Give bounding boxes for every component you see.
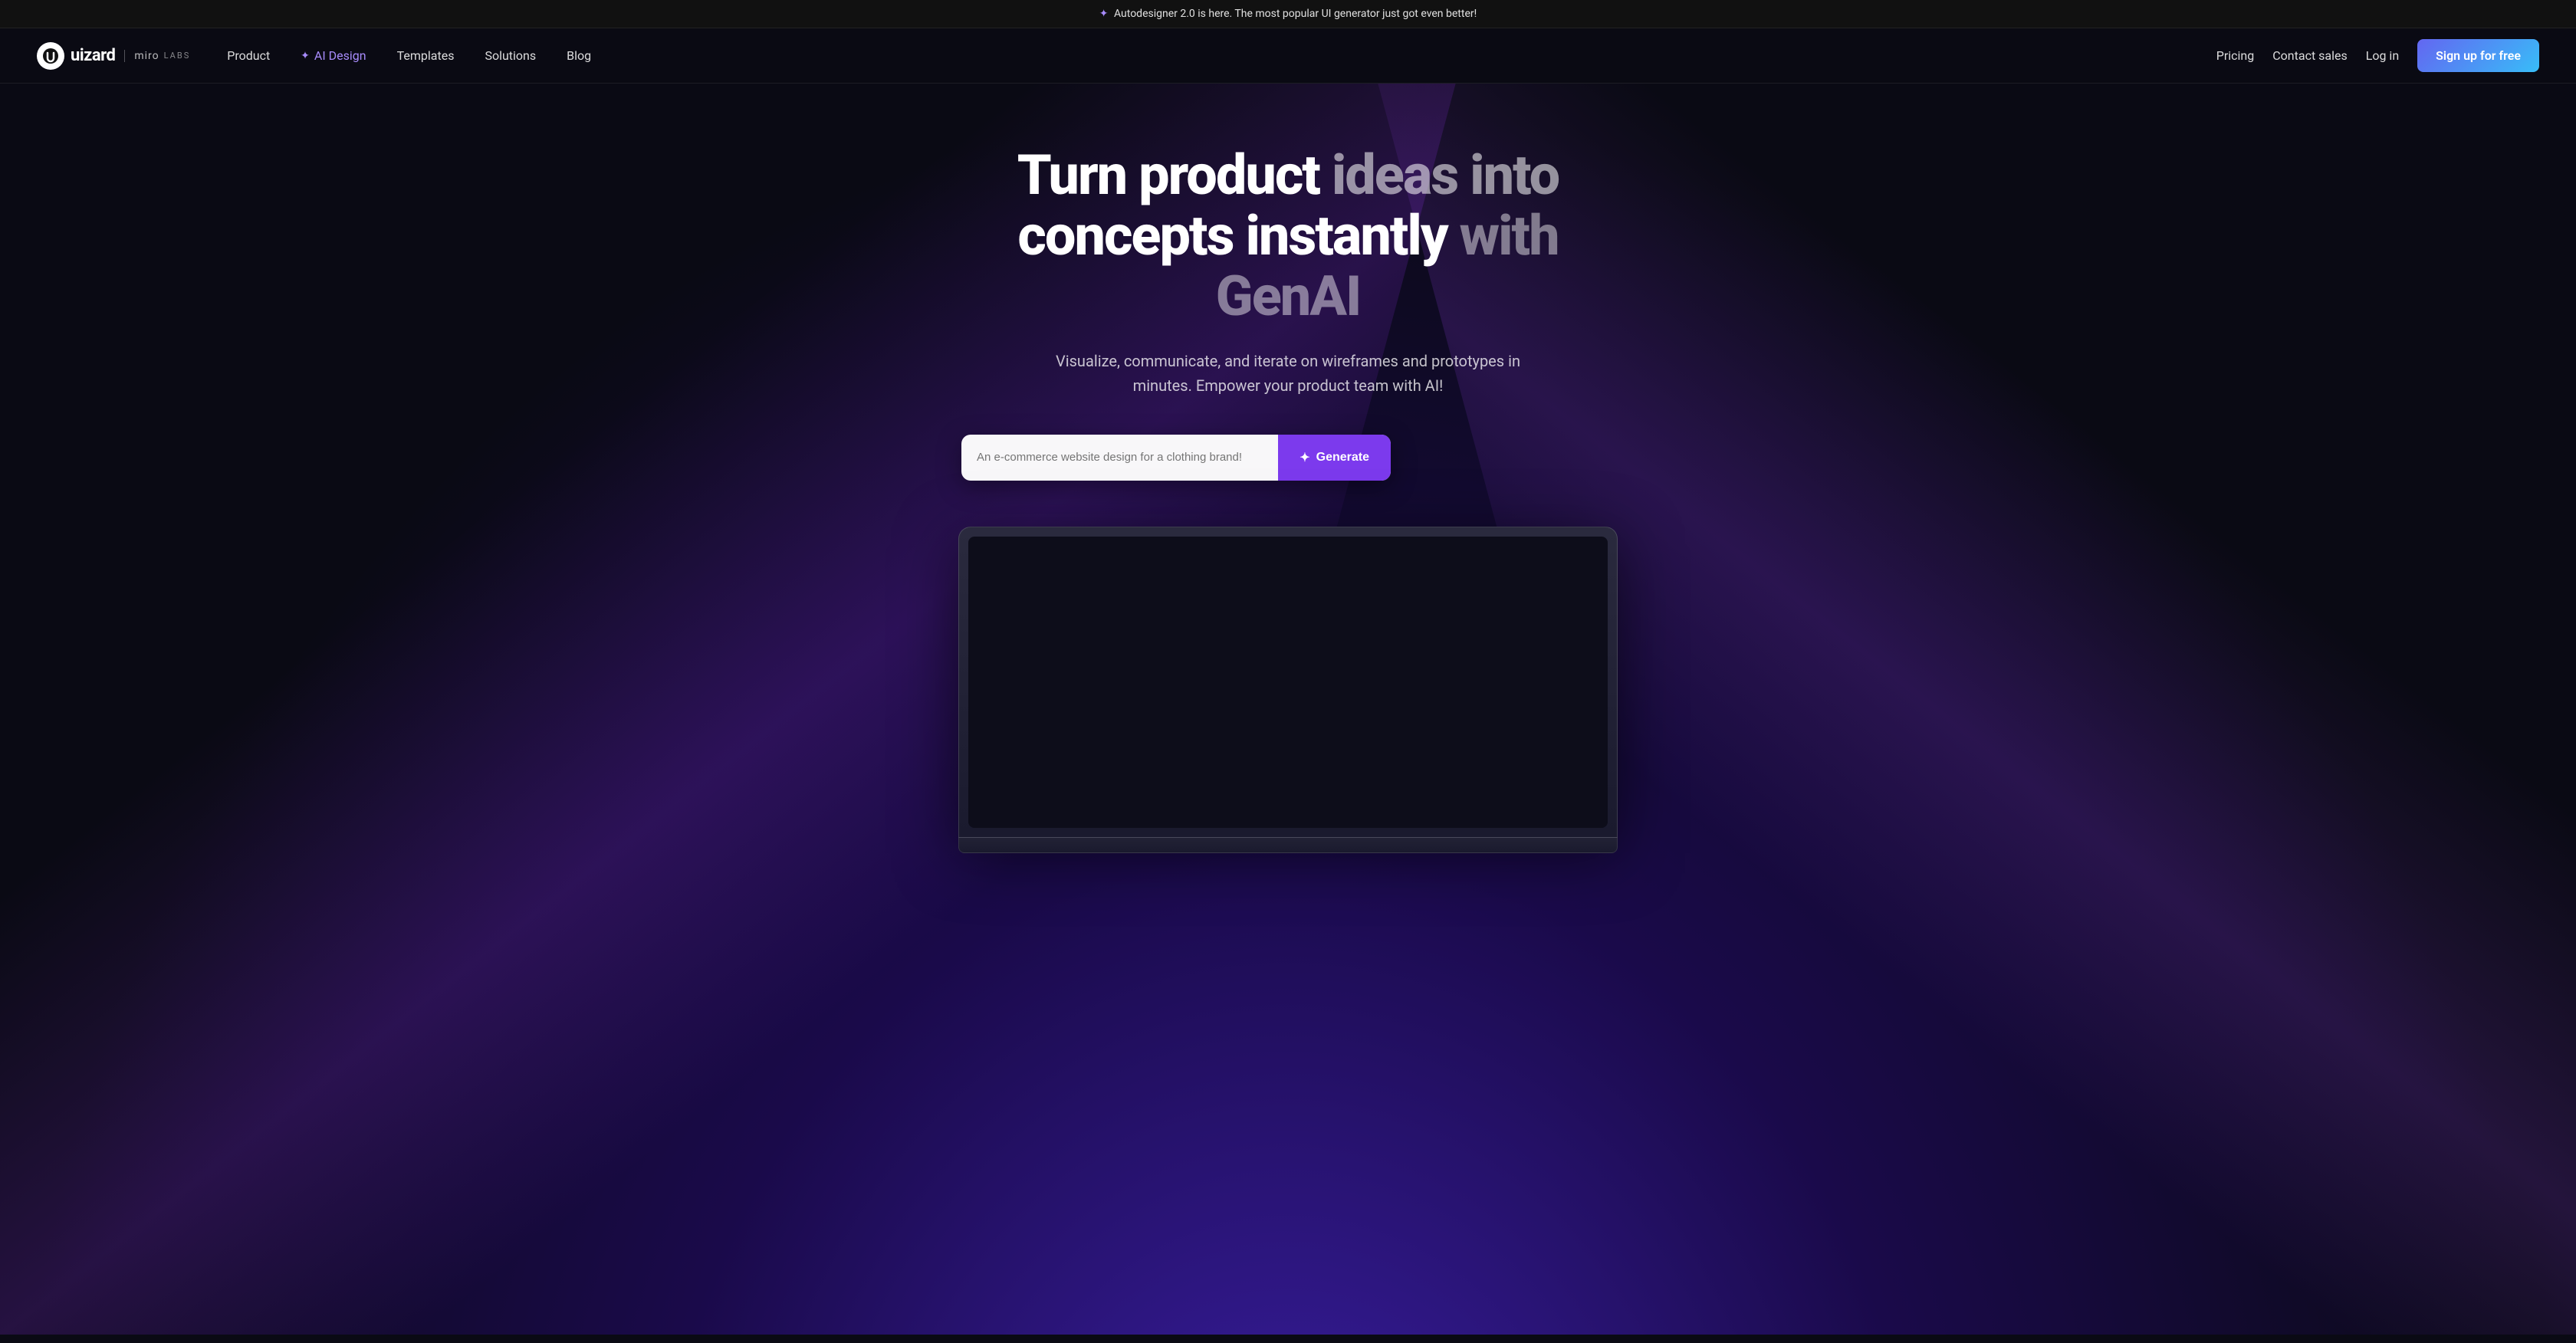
- logo-area: uizard miro LABS: [37, 42, 190, 70]
- nav-item-ai-design[interactable]: ✦ AI Design: [288, 42, 378, 69]
- nav-link-login[interactable]: Log in: [2366, 48, 2399, 63]
- navbar-right: Pricing Contact sales Log in Sign up for…: [2216, 39, 2539, 72]
- miro-badge: miro LABS: [124, 50, 190, 62]
- nav-item-product[interactable]: Product: [215, 48, 282, 63]
- nav-link-contact[interactable]: Contact sales: [2272, 48, 2347, 63]
- nav-links: Product ✦ AI Design Templates Solutions …: [215, 42, 603, 69]
- sparkle-icon: ✦: [1099, 8, 1109, 20]
- hero-section: Turn product ideas into concepts instant…: [0, 84, 2576, 1335]
- nav-link-blog[interactable]: Blog: [554, 42, 603, 69]
- generate-sparkle-icon: ✦: [1300, 450, 1309, 465]
- nav-item-blog[interactable]: Blog: [554, 48, 603, 63]
- nav-link-solutions[interactable]: Solutions: [472, 42, 548, 69]
- logo-icon: [37, 42, 64, 70]
- miro-labs-text: LABS: [164, 51, 191, 61]
- generate-btn-label: Generate: [1316, 451, 1369, 465]
- signup-button[interactable]: Sign up for free: [2417, 39, 2539, 72]
- hero-title-turn-product: Turn product: [1017, 143, 1319, 208]
- ai-design-label: AI Design: [314, 48, 366, 63]
- brand-name: uizard: [71, 46, 115, 65]
- navbar-left: uizard miro LABS Product ✦ AI Design Tem…: [37, 42, 603, 70]
- miro-text: miro: [134, 50, 159, 62]
- navbar: uizard miro LABS Product ✦ AI Design Tem…: [0, 28, 2576, 84]
- nav-link-ai-design[interactable]: ✦ AI Design: [288, 42, 378, 69]
- hero-subtitle: Visualize, communicate, and iterate on w…: [1027, 349, 1549, 398]
- hero-title-concepts-instantly: concepts instantly: [1017, 203, 1447, 268]
- announcement-bar: ✦ Autodesigner 2.0 is here. The most pop…: [0, 0, 2576, 28]
- generate-input[interactable]: [961, 451, 1278, 464]
- nav-link-templates[interactable]: Templates: [385, 42, 467, 69]
- hero-title-ideas-into: ideas into: [1332, 143, 1559, 208]
- laptop-frame: [958, 527, 1618, 838]
- laptop-chin: [958, 838, 1618, 853]
- generate-button[interactable]: ✦ Generate: [1278, 435, 1391, 481]
- laptop-screen: [968, 537, 1608, 828]
- nav-link-pricing[interactable]: Pricing: [2216, 48, 2255, 63]
- nav-item-solutions[interactable]: Solutions: [472, 48, 548, 63]
- uizard-logo[interactable]: uizard: [37, 42, 115, 70]
- hero-title: Turn product ideas into concepts instant…: [961, 145, 1615, 327]
- nav-link-product[interactable]: Product: [215, 42, 282, 69]
- laptop-preview: [958, 527, 1618, 853]
- nav-item-templates[interactable]: Templates: [385, 48, 467, 63]
- announcement-text: Autodesigner 2.0 is here. The most popul…: [1114, 8, 1477, 20]
- generate-bar: ✦ Generate: [961, 435, 1391, 481]
- ai-sparkle-icon: ✦: [301, 50, 310, 62]
- hero-content: Turn product ideas into concepts instant…: [943, 145, 1633, 527]
